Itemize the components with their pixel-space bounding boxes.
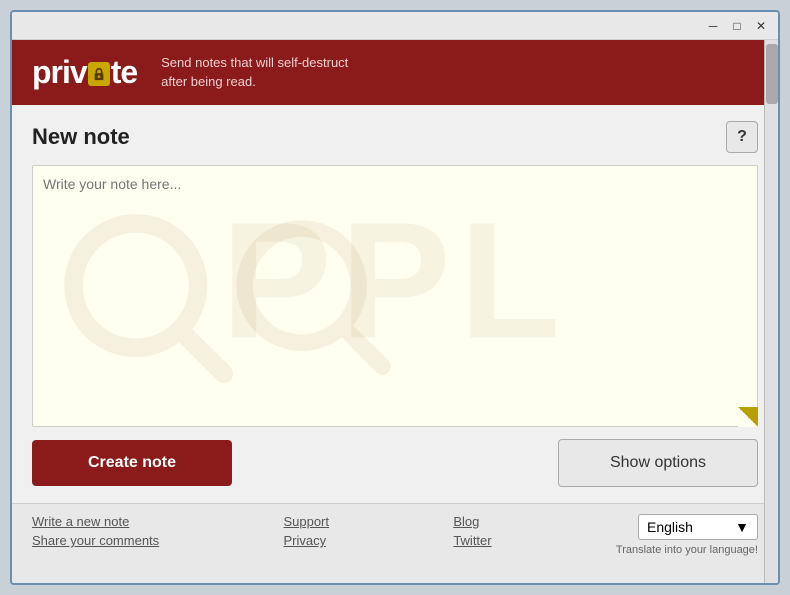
logo-lock-icon — [88, 62, 110, 86]
logo-text: priv te — [32, 54, 137, 91]
action-row: Create note Show options — [32, 439, 758, 487]
create-note-button[interactable]: Create note — [32, 440, 232, 486]
note-header: New note ? — [32, 121, 758, 153]
translate-label: Translate into your language! — [616, 544, 758, 556]
language-label: English — [647, 519, 693, 535]
privacy-link[interactable]: Privacy — [283, 533, 329, 548]
share-comments-link[interactable]: Share your comments — [32, 533, 159, 548]
scrollbar[interactable] — [764, 40, 778, 583]
help-button[interactable]: ? — [726, 121, 758, 153]
app-header: priv te Send notes that will self-destru… — [12, 40, 778, 105]
window-content: priv te Send notes that will self-destru… — [12, 40, 778, 583]
write-new-note-link[interactable]: Write a new note — [32, 514, 159, 529]
support-link[interactable]: Support — [283, 514, 329, 529]
language-select[interactable]: English ▼ — [638, 514, 758, 540]
blog-link[interactable]: Blog — [453, 514, 491, 529]
show-options-button[interactable]: Show options — [558, 439, 758, 487]
minimize-button[interactable]: ─ — [704, 17, 722, 35]
logo-text-before: priv — [32, 54, 87, 91]
title-bar: ─ □ ✕ — [12, 12, 778, 40]
app-window: ─ □ ✕ priv te S — [10, 10, 780, 585]
twitter-link[interactable]: Twitter — [453, 533, 491, 548]
note-textarea[interactable] — [32, 165, 758, 427]
footer-links-col-2: Support Privacy — [283, 514, 329, 548]
maximize-button[interactable]: □ — [728, 17, 746, 35]
scrollbar-thumb[interactable] — [766, 44, 778, 104]
footer-links-col-3: Blog Twitter — [453, 514, 491, 548]
close-button[interactable]: ✕ — [752, 17, 770, 35]
window-controls: ─ □ ✕ — [704, 17, 770, 35]
header-tagline: Send notes that will self-destruct after… — [161, 54, 361, 90]
footer-links-col-1: Write a new note Share your comments — [32, 514, 159, 548]
note-area-wrapper: PPL — [32, 165, 758, 427]
main-content: New note ? PPL — [12, 105, 778, 503]
chevron-down-icon: ▼ — [735, 519, 749, 535]
footer: Write a new note Share your comments Sup… — [12, 503, 778, 583]
language-selector-container: English ▼ Translate into your language! — [616, 514, 758, 556]
logo-text-after: te — [111, 54, 137, 91]
logo: priv te — [32, 54, 137, 91]
new-note-title: New note — [32, 124, 130, 150]
